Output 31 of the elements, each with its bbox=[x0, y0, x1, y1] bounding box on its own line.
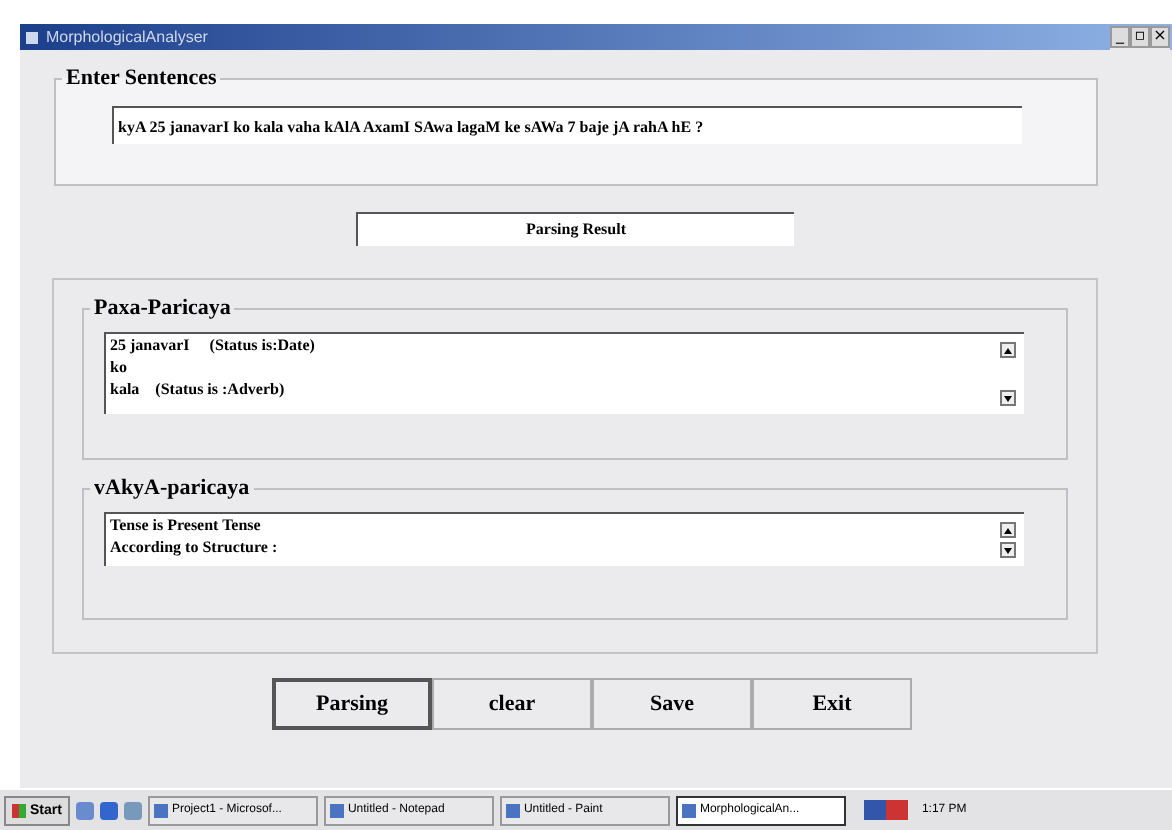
list-line: 25 janavarI (Status is:Date) bbox=[110, 334, 317, 356]
action-button[interactable]: Save bbox=[592, 678, 752, 730]
word-list[interactable]: 25 janavarI (Status is:Date) ko kala (Status is :Adverb) bbox=[104, 332, 1024, 414]
window-control-button[interactable]: × bbox=[1150, 25, 1170, 47]
window-icon bbox=[329, 803, 344, 817]
window-control-button[interactable]: _ bbox=[1110, 25, 1130, 47]
list-line: According to Structure : bbox=[110, 536, 280, 558]
list-line: kala (Status is :Adverb) bbox=[110, 378, 287, 400]
scroll-down-icon[interactable] bbox=[1000, 390, 1016, 406]
action-button[interactable]: Parsing bbox=[272, 678, 432, 730]
frame-title: vAkyA-paricaya bbox=[92, 476, 252, 500]
list-line: Tense is Present Tense bbox=[110, 514, 263, 536]
scroll-up-icon[interactable] bbox=[1000, 522, 1016, 538]
window-icon bbox=[681, 803, 696, 817]
window-icon bbox=[153, 803, 168, 817]
parsing-result-label: Parsing Result bbox=[356, 212, 794, 246]
action-button[interactable]: clear bbox=[432, 678, 592, 730]
window-control-button[interactable]: ▫ bbox=[1130, 25, 1150, 47]
sentence-input[interactable]: kyA 25 janavarI ko kala vaha kAlA AxamI SAwa lagaM ke sAWa 7 baje jA rahA hE ? bbox=[112, 106, 1022, 144]
frame-title: Enter Sentences bbox=[64, 66, 219, 90]
windows-flag-icon bbox=[12, 803, 26, 817]
action-button[interactable]: Exit bbox=[752, 678, 912, 730]
sentence-info-list[interactable]: Tense is Present Tense According to Structure : bbox=[104, 512, 1024, 566]
frame-title: Paxa-Paricaya bbox=[92, 296, 233, 320]
window-title: MorphologicalAnalyser bbox=[46, 28, 210, 46]
tray-icon[interactable] bbox=[863, 800, 908, 820]
scroll-up-icon[interactable] bbox=[1000, 342, 1016, 358]
window-icon bbox=[505, 803, 520, 817]
app-icon bbox=[26, 31, 38, 43]
scroll-down-icon[interactable] bbox=[1000, 542, 1016, 558]
list-line: ko bbox=[110, 356, 129, 378]
